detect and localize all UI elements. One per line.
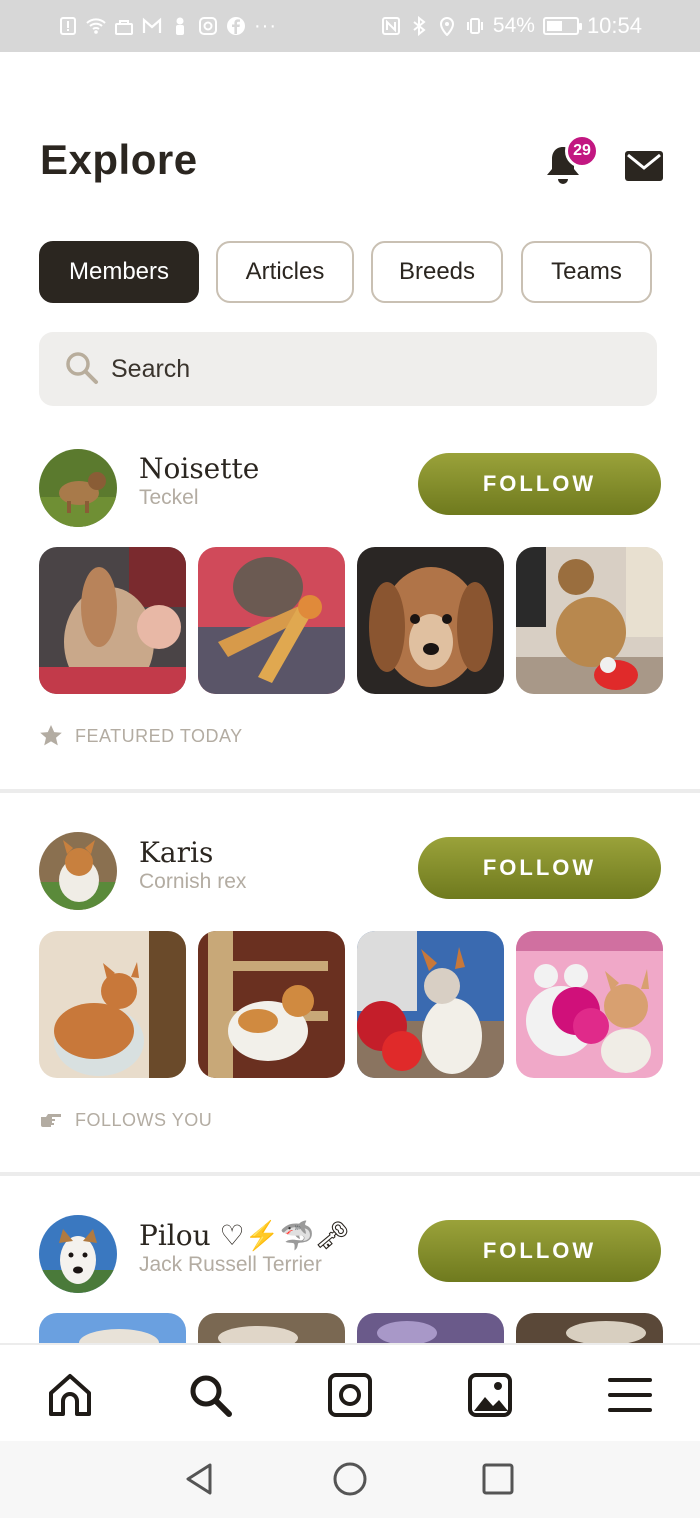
more-notifications: ··· xyxy=(254,14,277,37)
photo-thumbnail[interactable] xyxy=(198,931,345,1078)
home-icon[interactable] xyxy=(46,1371,94,1419)
avatar[interactable] xyxy=(39,1215,117,1293)
home-circle-icon[interactable] xyxy=(332,1461,368,1497)
person-icon xyxy=(170,16,190,36)
transfer-icon xyxy=(114,16,134,36)
follow-button[interactable]: FOLLOW xyxy=(418,837,661,899)
photo-thumbnail[interactable] xyxy=(516,931,663,1078)
photo-thumbnail[interactable] xyxy=(516,1313,663,1345)
tab-teams[interactable]: Teams xyxy=(521,241,652,303)
tab-articles[interactable]: Articles xyxy=(216,241,354,303)
camera-icon[interactable] xyxy=(326,1371,374,1419)
photo-thumbnail[interactable] xyxy=(39,1313,186,1345)
photo-thumbnail[interactable] xyxy=(516,547,663,694)
wifi-icon xyxy=(86,16,106,36)
nfc-icon xyxy=(381,16,401,36)
photo-thumbnail[interactable] xyxy=(39,547,186,694)
member-name[interactable]: Noisette xyxy=(139,452,259,485)
battery-percent: 54% xyxy=(492,14,535,37)
battery-icon xyxy=(542,17,582,35)
star-icon xyxy=(40,725,62,746)
photo-thumbnail[interactable] xyxy=(39,931,186,1078)
system-indicators: 54% 10:54 xyxy=(381,12,642,40)
tag-label: FEATURED TODAY xyxy=(75,725,243,746)
notification-badge: 29 xyxy=(565,134,599,168)
photo-thumbnail[interactable] xyxy=(357,1313,504,1345)
tab-breeds[interactable]: Breeds xyxy=(371,241,503,303)
follow-button[interactable]: FOLLOW xyxy=(418,453,661,515)
member-breed: Jack Russell Terrier xyxy=(139,1253,322,1276)
search-bar xyxy=(39,332,657,406)
photo-thumbnail[interactable] xyxy=(198,547,345,694)
bluetooth-icon xyxy=(409,16,429,36)
search-icon xyxy=(65,351,99,385)
search-input[interactable] xyxy=(111,332,631,406)
status-bar: ··· 54% 10:54 xyxy=(0,0,700,52)
member-breed: Cornish rex xyxy=(139,870,247,893)
tag-label: FOLLOWS YOU xyxy=(75,1109,213,1130)
gmail-icon xyxy=(142,16,162,36)
bottom-navigation xyxy=(0,1343,700,1441)
system-navigation xyxy=(0,1441,700,1518)
vibrate-icon xyxy=(465,16,485,36)
page-title: Explore xyxy=(40,136,198,183)
member-name[interactable]: Karis xyxy=(139,836,213,869)
member-tag: FOLLOWS YOU xyxy=(39,1108,212,1132)
search-icon[interactable] xyxy=(186,1371,234,1419)
notification-icons: ··· xyxy=(58,12,277,40)
clock: 10:54 xyxy=(586,13,642,38)
recents-icon[interactable] xyxy=(480,1461,516,1497)
location-icon xyxy=(437,16,457,36)
follow-button[interactable]: FOLLOW xyxy=(418,1220,661,1282)
back-icon[interactable] xyxy=(182,1461,218,1497)
photo-thumbnail[interactable] xyxy=(198,1313,345,1345)
mail-icon[interactable] xyxy=(624,149,664,183)
member-tag: FEATURED TODAY xyxy=(39,724,243,748)
pointing-hand-icon xyxy=(41,1114,61,1127)
menu-icon[interactable] xyxy=(606,1371,654,1419)
member-card: Karis Cornish rex FOLLOW FOLLOWS YOU xyxy=(0,832,700,1172)
alert-icon xyxy=(58,16,78,36)
avatar[interactable] xyxy=(39,832,117,910)
gallery-icon[interactable] xyxy=(466,1371,514,1419)
member-breed: Teckel xyxy=(139,486,199,509)
photo-thumbnail[interactable] xyxy=(357,547,504,694)
avatar[interactable] xyxy=(39,449,117,527)
facebook-icon xyxy=(226,16,246,36)
instagram-icon xyxy=(198,16,218,36)
divider xyxy=(0,789,700,793)
member-card: Pilou ♡⚡🦈🗝 Jack Russell Terrier FOLLOW xyxy=(0,1215,700,1345)
photo-thumbnail[interactable] xyxy=(357,931,504,1078)
divider xyxy=(0,1172,700,1176)
member-name[interactable]: Pilou ♡⚡🦈🗝 xyxy=(139,1219,350,1252)
member-card: Noisette Teckel FOLLOW FEATURED TODAY xyxy=(0,448,700,788)
tab-members[interactable]: Members xyxy=(39,241,199,303)
